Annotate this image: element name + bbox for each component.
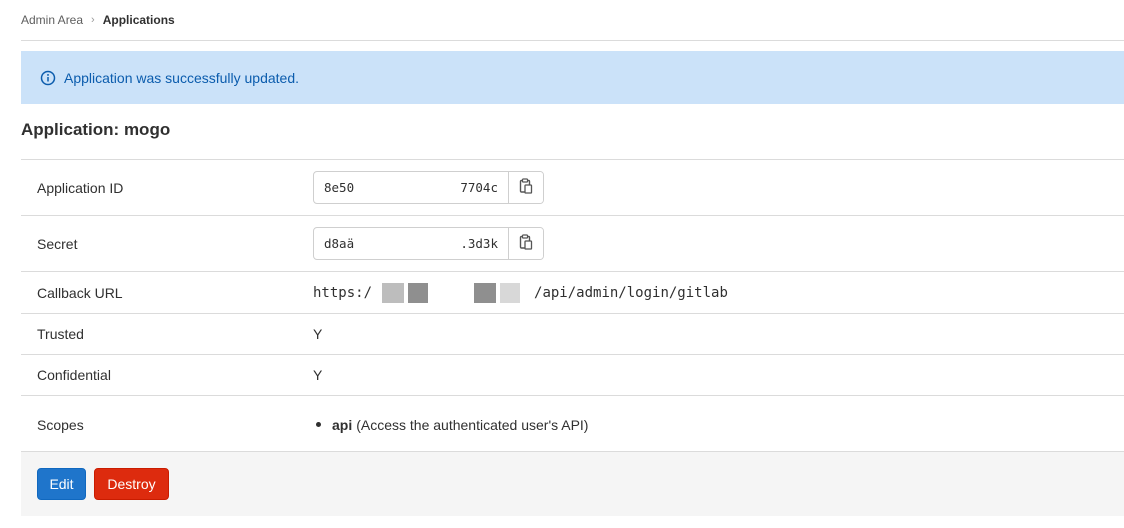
bullet-icon xyxy=(316,422,321,427)
table-row: Confidential Y xyxy=(21,355,1124,396)
clipboard-icon xyxy=(519,234,533,253)
secret-value-end: .3d3k xyxy=(460,236,498,251)
scope-name: api xyxy=(332,417,352,433)
copy-secret-button[interactable] xyxy=(508,228,543,259)
page-title: Application: mogo xyxy=(21,120,170,140)
secret-value-start: d8aä xyxy=(324,236,354,251)
application-id-value-end: 7704c xyxy=(460,180,498,195)
application-id-field: 8e50 7704c xyxy=(313,171,544,204)
trusted-value: Y xyxy=(313,326,1124,342)
application-id-value-start: 8e50 xyxy=(324,180,354,195)
table-row: Scopes api (Access the authenticated use… xyxy=(21,396,1124,453)
redacted-region xyxy=(382,283,404,303)
scope-description: (Access the authenticated user's API) xyxy=(356,417,588,433)
breadcrumb-applications[interactable]: Applications xyxy=(103,13,175,27)
redacted-region xyxy=(408,283,428,303)
callback-url-end: /api/admin/login/gitlab xyxy=(534,285,728,301)
table-row: Secret d8aä .3d3k xyxy=(21,216,1124,272)
callback-url-value: https:/ /api/admin/login/gitlab xyxy=(313,283,1124,303)
breadcrumb-admin-area[interactable]: Admin Area xyxy=(21,13,83,27)
redacted-region xyxy=(474,283,496,303)
table-row: Trusted Y xyxy=(21,314,1124,355)
redacted-region xyxy=(362,172,454,203)
secret-input[interactable]: d8aä .3d3k xyxy=(314,228,508,259)
info-icon xyxy=(40,70,56,86)
application-details-table: Application ID 8e50 7704c xyxy=(21,159,1124,453)
clipboard-icon xyxy=(519,178,533,197)
redacted-region xyxy=(432,283,470,303)
secret-field: d8aä .3d3k xyxy=(313,227,544,260)
trusted-label: Trusted xyxy=(21,326,313,342)
scopes-label: Scopes xyxy=(21,417,313,433)
application-id-input[interactable]: 8e50 7704c xyxy=(314,172,508,203)
destroy-button[interactable]: Destroy xyxy=(94,468,169,500)
edit-button[interactable]: Edit xyxy=(37,468,86,500)
callback-url-start: https:/ xyxy=(313,285,372,301)
chevron-right-icon: › xyxy=(91,14,95,26)
secret-label: Secret xyxy=(21,236,313,252)
flash-notice: Application was successfully updated. xyxy=(21,51,1124,104)
confidential-label: Confidential xyxy=(21,367,313,383)
redacted-region xyxy=(500,283,520,303)
application-id-label: Application ID xyxy=(21,180,313,196)
table-row: Application ID 8e50 7704c xyxy=(21,160,1124,216)
confidential-value: Y xyxy=(313,367,1124,383)
flash-message: Application was successfully updated. xyxy=(64,70,299,86)
list-item: api (Access the authenticated user's API… xyxy=(313,417,588,433)
form-actions: Edit Destroy xyxy=(21,451,1124,516)
copy-application-id-button[interactable] xyxy=(508,172,543,203)
table-row: Callback URL https:/ /api/admin/login/gi… xyxy=(21,272,1124,314)
callback-url-label: Callback URL xyxy=(21,285,313,301)
breadcrumb: Admin Area › Applications xyxy=(21,0,1124,41)
redacted-region xyxy=(362,228,454,259)
